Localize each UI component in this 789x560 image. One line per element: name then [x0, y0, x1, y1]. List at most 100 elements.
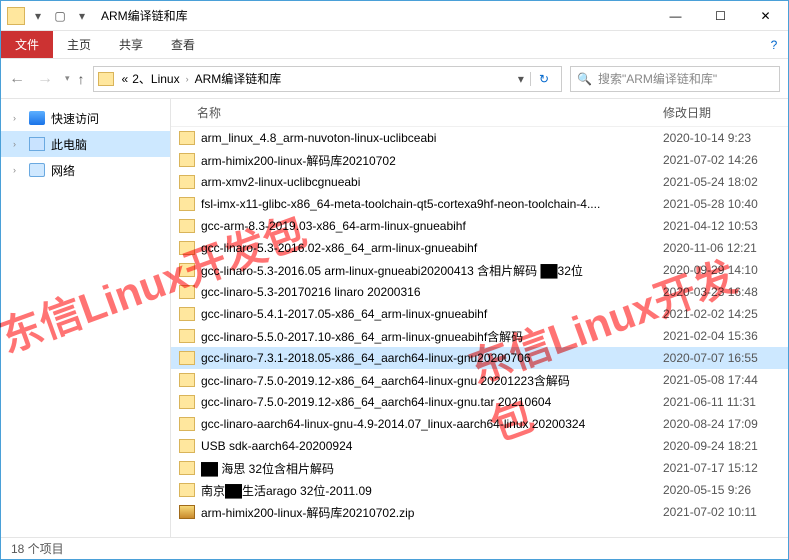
qat-dropdown-icon[interactable]: ▾ — [29, 7, 47, 25]
breadcrumb-item[interactable]: 2、Linux — [130, 70, 181, 87]
file-date: 2020-09-29 14:10 — [663, 263, 788, 277]
file-row[interactable]: gcc-linaro-5.3-2016.02-x86_64_arm-linux-… — [171, 237, 788, 259]
file-row[interactable]: gcc-linaro-aarch64-linux-gnu-4.9-2014.07… — [171, 413, 788, 435]
maximize-button[interactable]: ☐ — [698, 2, 743, 30]
window-controls: — ☐ ✕ — [653, 2, 788, 30]
file-row[interactable]: arm_linux_4.8_arm-nuvoton-linux-uclibcea… — [171, 127, 788, 149]
qat-pin-icon[interactable]: ▢ — [51, 7, 69, 25]
file-date: 2021-07-02 14:26 — [663, 153, 788, 167]
folder-icon — [179, 175, 195, 189]
chevron-right-icon[interactable]: › — [182, 74, 193, 84]
history-dropdown-icon[interactable]: ▾ — [65, 73, 70, 84]
item-count: 18 个项目 — [11, 540, 64, 557]
quick-icon — [29, 111, 45, 125]
file-date: 2021-06-11 11:31 — [663, 395, 788, 409]
sidebar: ›快速访问›此电脑›网络 — [1, 99, 171, 539]
up-button[interactable]: ↑ — [78, 71, 85, 87]
folder-icon — [179, 285, 195, 299]
tab-file[interactable]: 文件 — [1, 31, 53, 58]
column-date[interactable]: 修改日期 — [663, 104, 788, 121]
file-row[interactable]: USB sdk-aarch64-202009242020-09-24 18:21 — [171, 435, 788, 457]
archive-icon — [179, 505, 195, 519]
folder-icon — [98, 72, 114, 86]
chevron-right-icon: › — [13, 113, 23, 123]
file-date: 2021-05-24 18:02 — [663, 175, 788, 189]
file-row[interactable]: gcc-arm-8.3-2019.03-x86_64-arm-linux-gnu… — [171, 215, 788, 237]
file-date: 2020-09-24 18:21 — [663, 439, 788, 453]
file-row[interactable]: gcc-linaro-5.4.1-2017.05-x86_64_arm-linu… — [171, 303, 788, 325]
column-headers: 名称 修改日期 — [171, 99, 788, 127]
help-button[interactable]: ? — [760, 31, 788, 58]
tab-view[interactable]: 查看 — [157, 31, 209, 58]
titlebar: ▾ ▢ ▾ ARM编译链和库 — ☐ ✕ — [1, 1, 788, 31]
net-icon — [29, 163, 45, 177]
folder-icon — [7, 7, 25, 25]
file-row[interactable]: gcc-linaro-7.5.0-2019.12-x86_64_aarch64-… — [171, 391, 788, 413]
folder-icon — [179, 307, 195, 321]
tab-home[interactable]: 主页 — [53, 31, 105, 58]
minimize-button[interactable]: — — [653, 2, 698, 30]
file-row[interactable]: gcc-linaro-7.5.0-2019.12-x86_64_aarch64-… — [171, 369, 788, 391]
window-title: ARM编译链和库 — [97, 7, 653, 24]
file-row[interactable]: arm-himix200-linux-解码库20210702.zip2021-0… — [171, 501, 788, 523]
folder-icon — [179, 153, 195, 167]
folder-icon — [179, 263, 195, 277]
sidebar-item[interactable]: › 网络 — [1, 157, 170, 183]
file-date: 2020-05-15 9:26 — [663, 483, 788, 497]
search-icon: 🔍 — [577, 72, 592, 86]
sidebar-item[interactable]: ›快速访问 — [1, 105, 170, 131]
file-name: gcc-linaro-aarch64-linux-gnu-4.9-2014.07… — [201, 417, 663, 431]
forward-button[interactable]: → — [37, 70, 53, 88]
file-row[interactable]: gcc-linaro-7.3.1-2018.05-x86_64_aarch64-… — [171, 347, 788, 369]
close-button[interactable]: ✕ — [743, 2, 788, 30]
file-row[interactable]: fsl-imx-x11-glibc-x86_64-meta-toolchain-… — [171, 193, 788, 215]
folder-icon — [179, 483, 195, 497]
search-placeholder: 搜索"ARM编译链和库" — [598, 70, 717, 87]
folder-icon — [179, 417, 195, 431]
breadcrumb-root[interactable]: « — [120, 72, 131, 86]
file-pane: 名称 修改日期 arm_linux_4.8_arm-nuvoton-linux-… — [171, 99, 788, 539]
breadcrumb-item[interactable]: ARM编译链和库 — [193, 70, 284, 87]
menubar: 文件 主页 共享 查看 ? — [1, 31, 788, 59]
file-name: arm-himix200-linux-解码库20210702.zip — [201, 504, 663, 521]
refresh-button[interactable]: ↻ — [530, 72, 557, 86]
file-name: USB sdk-aarch64-20200924 — [201, 439, 663, 453]
tab-share[interactable]: 共享 — [105, 31, 157, 58]
address-bar[interactable]: « 2、Linux › ARM编译链和库 ▾ ↻ — [93, 66, 562, 92]
search-input[interactable]: 🔍 搜索"ARM编译链和库" — [570, 66, 780, 92]
file-date: 2021-02-04 15:36 — [663, 329, 788, 343]
file-row[interactable]: gcc-linaro-5.3-20170216 linaro 202003162… — [171, 281, 788, 303]
folder-icon — [179, 439, 195, 453]
chevron-right-icon: › — [13, 165, 23, 175]
file-row[interactable]: gcc-linaro-5.3-2016.05 arm-linux-gnueabi… — [171, 259, 788, 281]
address-dropdown-icon[interactable]: ▾ — [512, 72, 530, 86]
file-name: arm-xmv2-linux-uclibcgnueabi — [201, 175, 663, 189]
pc-icon — [29, 137, 45, 151]
file-name: gcc-linaro-5.3-2016.05 arm-linux-gnueabi… — [201, 262, 663, 279]
file-date: 2021-05-28 10:40 — [663, 197, 788, 211]
sidebar-item-label: 网络 — [51, 162, 75, 179]
nav-arrows: ← → ▾ — [9, 70, 70, 88]
sidebar-item[interactable]: ›此电脑 — [1, 131, 170, 157]
file-row[interactable]: arm-himix200-linux-解码库202107022021-07-02… — [171, 149, 788, 171]
file-date: 2021-05-08 17:44 — [663, 373, 788, 387]
file-date: 2020-11-06 12:21 — [663, 241, 788, 255]
folder-icon — [179, 197, 195, 211]
statusbar: 18 个项目 — [1, 537, 788, 559]
file-row[interactable]: 南京██生活arago 32位-2011.092020-05-15 9:26 — [171, 479, 788, 501]
file-date: 2021-07-17 15:12 — [663, 461, 788, 475]
column-name[interactable]: 名称 — [171, 104, 663, 121]
folder-icon — [179, 329, 195, 343]
file-row[interactable]: gcc-linaro-5.5.0-2017.10-x86_64_arm-linu… — [171, 325, 788, 347]
folder-icon — [179, 461, 195, 475]
qat-overflow-icon[interactable]: ▾ — [73, 7, 91, 25]
file-row[interactable]: ██ 海思 32位含相片解码2021-07-17 15:12 — [171, 457, 788, 479]
body: ›快速访问›此电脑›网络 名称 修改日期 arm_linux_4.8_arm-n… — [1, 99, 788, 539]
back-button[interactable]: ← — [9, 70, 25, 88]
file-name: gcc-arm-8.3-2019.03-x86_64-arm-linux-gnu… — [201, 219, 663, 233]
folder-icon — [179, 131, 195, 145]
file-name: ██ 海思 32位含相片解码 — [201, 460, 663, 477]
sidebar-item-label: 此电脑 — [51, 136, 87, 153]
navbar: ← → ▾ ↑ « 2、Linux › ARM编译链和库 ▾ ↻ 🔍 搜索"AR… — [1, 59, 788, 99]
file-row[interactable]: arm-xmv2-linux-uclibcgnueabi2021-05-24 1… — [171, 171, 788, 193]
